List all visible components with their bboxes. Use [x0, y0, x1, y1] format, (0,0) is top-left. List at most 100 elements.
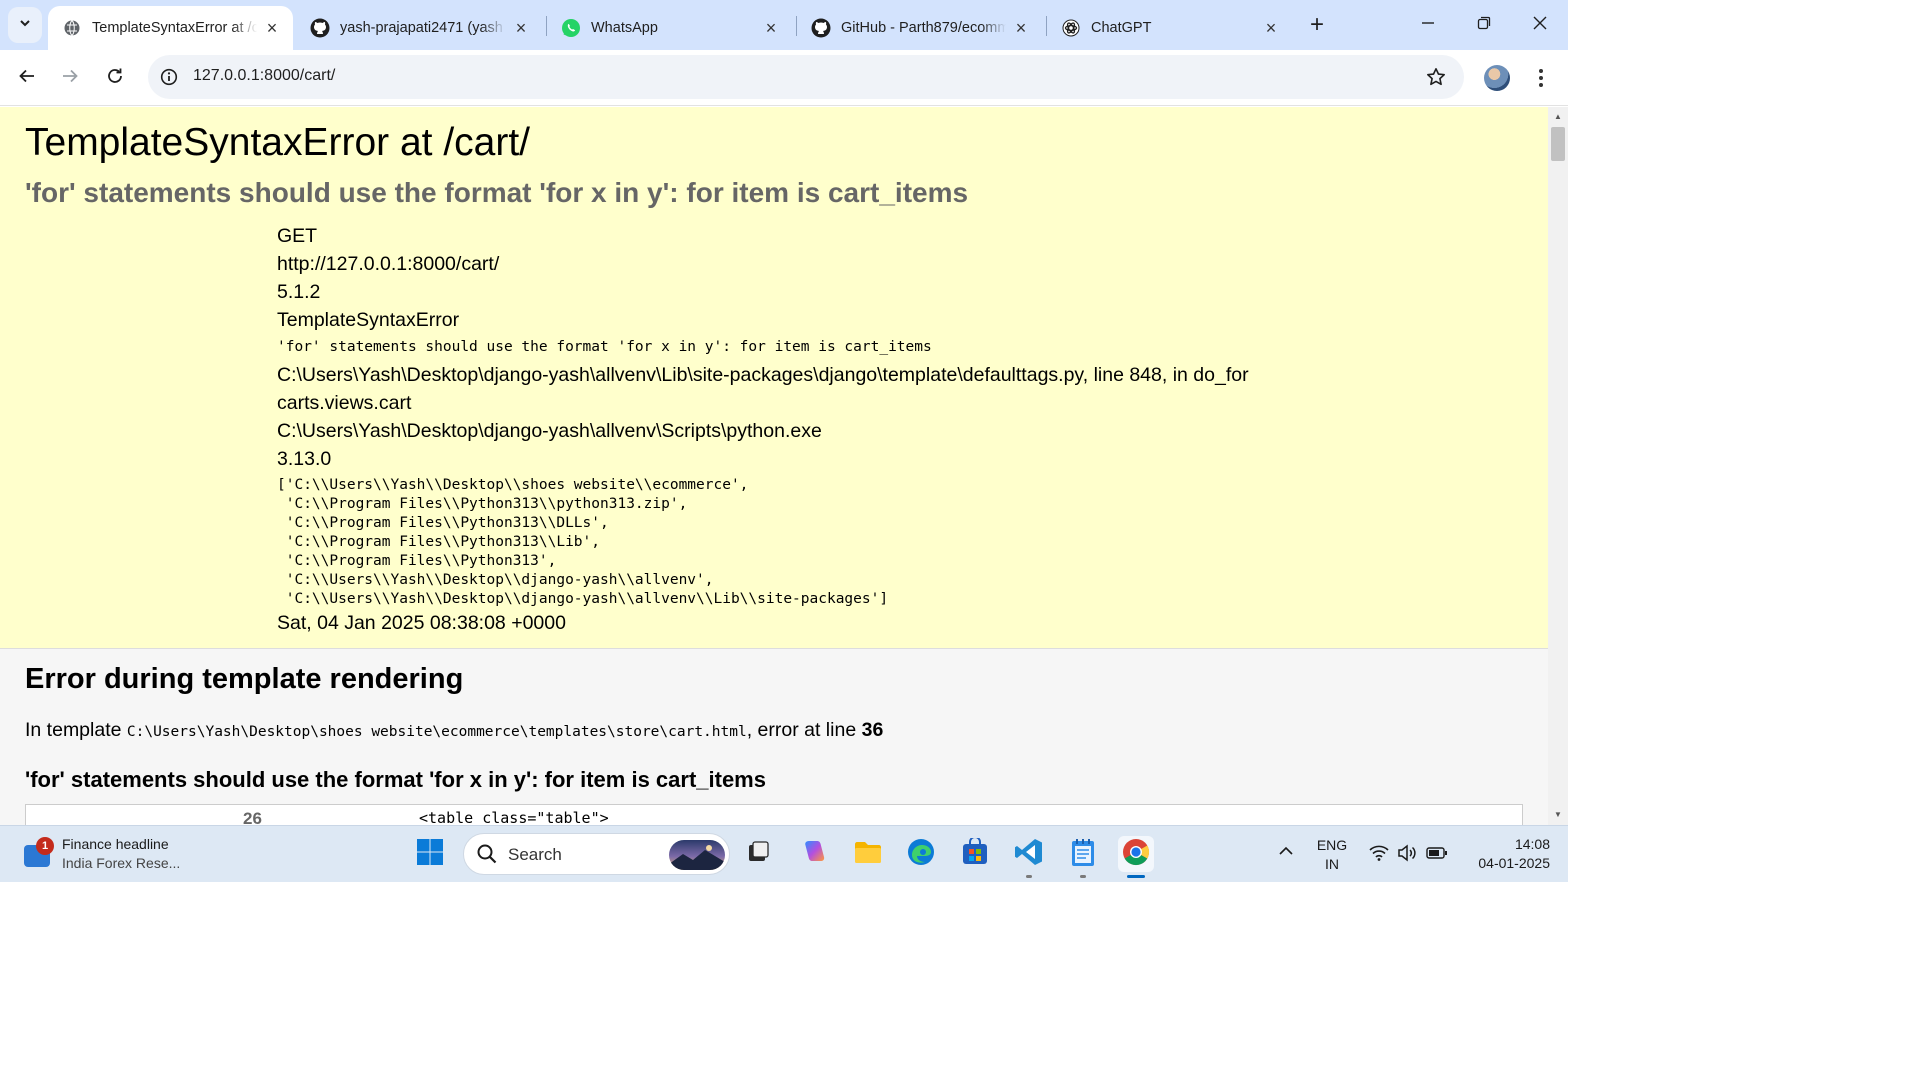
- edge-icon: [906, 837, 936, 872]
- scrollbar-thumb[interactable]: [1551, 127, 1565, 161]
- url-text: 127.0.0.1:8000/cart/: [193, 67, 336, 84]
- source-line-number: 26: [243, 809, 262, 825]
- restore-button[interactable]: [1456, 0, 1512, 50]
- tab-chatgpt[interactable]: ChatGPT ×: [1047, 6, 1292, 50]
- close-tab-icon[interactable]: ×: [1262, 18, 1280, 38]
- meta-value: C:\Users\Yash\Desktop\django-yash\allven…: [277, 364, 1249, 386]
- meta-value: C:\Users\Yash\Desktop\django-yash\allven…: [277, 420, 822, 442]
- tab-templatesyntaxerror[interactable]: TemplateSyntaxError at /cart/ ×: [48, 6, 293, 50]
- profile-avatar[interactable]: [1484, 65, 1510, 91]
- store-button[interactable]: [957, 835, 993, 872]
- taskbar-search[interactable]: Search: [463, 833, 730, 875]
- tab-title: WhatsApp: [591, 20, 658, 36]
- tab-search-button[interactable]: [8, 7, 42, 43]
- chrome-icon: [1121, 837, 1151, 872]
- github-icon: [811, 18, 831, 38]
- tab-title: ChatGPT: [1091, 20, 1152, 36]
- restore-icon: [1477, 16, 1491, 35]
- source-context-table: 26 <table class="table">: [25, 804, 1523, 825]
- reload-icon: [106, 67, 124, 90]
- site-info-icon[interactable]: [158, 66, 180, 88]
- tab-whatsapp[interactable]: WhatsApp ×: [547, 6, 792, 50]
- dot: [1539, 83, 1543, 87]
- news-widget-icon: 1: [22, 837, 54, 869]
- input-language-indicator[interactable]: ENG IN: [1312, 836, 1352, 874]
- meta-value: TemplateSyntaxError: [277, 309, 460, 331]
- bookmark-star-icon[interactable]: [1424, 65, 1448, 89]
- notepad-button[interactable]: [1065, 836, 1101, 878]
- close-tab-icon[interactable]: ×: [1012, 18, 1030, 38]
- reload-button[interactable]: [97, 60, 133, 96]
- meta-value: carts.views.cart: [277, 392, 412, 414]
- vscode-button[interactable]: [1011, 836, 1047, 878]
- folder-icon: [853, 839, 883, 870]
- close-tab-icon[interactable]: ×: [263, 18, 281, 38]
- tab-title: GitHub - Parth879/ecomm: [841, 20, 1006, 36]
- meta-value: http://127.0.0.1:8000/cart/: [277, 253, 500, 275]
- arrow-right-icon: [61, 67, 79, 90]
- notepad-icon: [1070, 837, 1096, 872]
- page-scrollbar[interactable]: ▲ ▼: [1548, 107, 1568, 825]
- edge-button[interactable]: [903, 836, 939, 872]
- tab-title: TemplateSyntaxError at /cart/: [92, 20, 257, 36]
- source-line-code: <table class="table">: [419, 809, 609, 825]
- template-error-heading: Error during template rendering: [25, 663, 464, 695]
- forward-button[interactable]: [52, 60, 88, 96]
- copilot-button[interactable]: [796, 836, 832, 872]
- python-path-value: ['C:\\Users\\Yash\\Desktop\\shoes websit…: [277, 476, 888, 609]
- scroll-up-icon[interactable]: ▲: [1553, 112, 1563, 122]
- error-subtitle: 'for' statements should use the format '…: [25, 177, 969, 208]
- news-subtitle: India Forex Rese...: [62, 855, 181, 871]
- close-tab-icon[interactable]: ×: [512, 18, 530, 38]
- minimize-button[interactable]: [1400, 0, 1456, 50]
- template-error-message: 'for' statements should use the format '…: [25, 767, 766, 792]
- clock-time: 14:08: [1514, 836, 1550, 852]
- error-title: TemplateSyntaxError at /cart/: [25, 121, 531, 164]
- news-widget[interactable]: 1 Finance headline India Forex Rese...: [22, 834, 180, 874]
- browser-toolbar: 127.0.0.1:8000/cart/: [0, 50, 1568, 106]
- browser-menu-button[interactable]: [1528, 64, 1554, 92]
- system-clock[interactable]: 14:08 04-01-2025: [1450, 835, 1550, 873]
- clock-date: 04-01-2025: [1478, 855, 1550, 871]
- new-tab-button[interactable]: +: [1303, 11, 1331, 39]
- meta-value: Sat, 04 Jan 2025 08:38:08 +0000: [277, 612, 566, 634]
- scroll-down-icon[interactable]: ▼: [1553, 810, 1563, 820]
- news-text: Finance headline India Forex Rese...: [62, 835, 180, 873]
- wifi-icon[interactable]: [1368, 842, 1390, 864]
- chevron-down-icon: [18, 16, 32, 35]
- tab-title: yash-prajapati2471 (yash: [340, 20, 503, 36]
- chrome-button[interactable]: [1118, 836, 1154, 878]
- close-icon: [1533, 16, 1547, 35]
- running-indicator: [1026, 875, 1032, 878]
- tab-github-repo[interactable]: GitHub - Parth879/ecomm ×: [797, 6, 1042, 50]
- notification-badge: 1: [36, 837, 54, 855]
- volume-icon[interactable]: [1396, 842, 1418, 864]
- battery-icon[interactable]: [1426, 842, 1448, 864]
- language-code: ENG: [1316, 837, 1348, 853]
- start-button[interactable]: [412, 836, 448, 872]
- github-icon: [310, 18, 330, 38]
- plus-icon: +: [1309, 11, 1324, 38]
- python-path-entry: 'C:\\Program Files\\Python313\\DLLs',: [277, 515, 609, 531]
- store-icon: [961, 835, 989, 871]
- close-tab-icon[interactable]: ×: [762, 18, 780, 38]
- python-path-entry: 'C:\\Users\\Yash\\Desktop\\django-yash\\…: [277, 572, 714, 588]
- address-bar[interactable]: 127.0.0.1:8000/cart/: [148, 55, 1464, 99]
- in-template-label: In template: [25, 719, 127, 741]
- active-indicator: [1127, 875, 1145, 878]
- show-hidden-icons-button[interactable]: [1276, 842, 1296, 862]
- error-summary: TemplateSyntaxError at /cart/ 'for' stat…: [0, 107, 1548, 649]
- meta-value: 5.1.2: [277, 281, 321, 303]
- browser-tabstrip: TemplateSyntaxError at /cart/ × yash-pra…: [0, 0, 1568, 50]
- task-view-button[interactable]: [740, 836, 776, 872]
- back-button[interactable]: [9, 60, 45, 96]
- error-line-number: 36: [861, 719, 884, 741]
- running-indicator: [1080, 875, 1086, 878]
- error-at-line-label: , error at line: [746, 719, 862, 741]
- file-explorer-button[interactable]: [850, 836, 886, 872]
- close-window-button[interactable]: [1512, 0, 1568, 50]
- template-location: In template C:\Users\Yash\Desktop\shoes …: [25, 719, 883, 742]
- meta-value: GET: [277, 225, 318, 247]
- windows-logo-icon: [416, 838, 444, 871]
- tab-github-profile[interactable]: yash-prajapati2471 (yash ×: [296, 6, 542, 50]
